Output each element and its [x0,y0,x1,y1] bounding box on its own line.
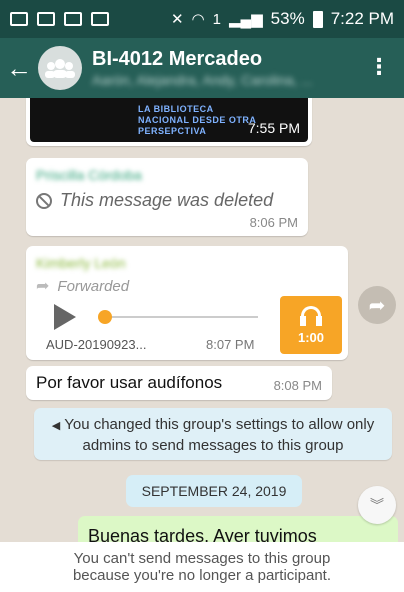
image-notification-icon [10,12,28,26]
message-time: 8:06 PM [249,215,298,230]
message-time: 8:07 PM [206,337,255,352]
image-message[interactable]: LA BIBLIOTECA NACIONAL DESDE OTRA PERSEP… [26,98,312,146]
group-icon [45,59,75,78]
signal-icon: ▂▄▆ [228,11,263,28]
image-message-time: 7:55 PM [247,120,300,136]
audio-seekbar[interactable] [106,316,258,318]
group-title: BI-4012 Mercadeo [92,48,263,70]
chat-header: ← BI-4012 Mercadeo Aarón, Alejandra, And… [0,38,404,98]
forward-share-icon: ➦ [368,294,386,317]
battery-percent: 53% [270,9,305,28]
message-time: 8:08 PM [273,378,322,393]
group-members: Aarón, Alejandra, Andy, Carolina, ... [92,72,313,88]
ban-icon [36,192,52,209]
forwarded-label: Forwarded [57,277,130,295]
group-info[interactable]: BI-4012 Mercadeo Aarón, Alejandra, Andy,… [92,47,362,89]
clock: 7:22 PM [330,9,394,28]
message-text: Buenas tardes. Ayer tuvimos [88,526,317,542]
forward-arrow-icon: ➦ [36,278,50,295]
wifi-icon: ◠ [191,11,205,28]
mail-notification-icon [64,12,82,26]
audio-file-name: AUD-20190923... [46,337,147,352]
message-sender: Kimberly León [36,255,126,271]
scroll-to-bottom-button[interactable]: ︾ [358,486,396,524]
message-sender: Priscilla Córdoba [36,167,142,183]
double-chevron-down-icon: ︾ [370,497,384,513]
message-text: Por favor usar audífonos [36,373,223,392]
headphones-icon [300,305,322,326]
calendar-notification-icon [37,12,55,26]
message-notification-icon [91,12,109,26]
notification-icons [10,12,109,26]
back-button[interactable]: ← [0,38,38,98]
deleted-text: This message was deleted [60,190,274,210]
more-options-button[interactable]: ⋮ [368,56,390,78]
arrow-left-icon: ← [6,52,32,83]
forwarded-row: ➦ Forwarded [36,276,338,296]
play-icon[interactable] [54,304,76,330]
status-bar: ✕ ◠ 1 ▂▄▆ 53% 7:22 PM [0,0,404,38]
not-participant-notice: You can't send messages to this group be… [0,542,404,592]
system-status: ✕ ◠ 1 ▂▄▆ 53% 7:22 PM [171,9,394,29]
sim-icon: 1 [212,10,221,28]
system-message: ◀ You changed this group's settings to al… [34,408,392,460]
speaker-icon: ◀ [51,420,61,432]
audio-duration: 1:00 [297,329,325,345]
audio-thumbnail: 1:00 [280,296,342,354]
group-avatar[interactable] [38,46,82,90]
not-participant-text: You can't send messages to this group be… [72,550,332,584]
chat-area[interactable]: LA BIBLIOTECA NACIONAL DESDE OTRA PERSEP… [0,98,404,542]
more-vertical-icon: ⋮ [368,54,390,79]
deleted-row: This message was deleted [36,190,298,211]
text-message[interactable]: Por favor usar audífonos 8:08 PM [26,366,332,400]
system-message-text: You changed this group's settings to all… [64,416,375,454]
outgoing-message[interactable]: Buenas tardes. Ayer tuvimos [78,516,398,542]
silent-icon: ✕ [170,11,184,28]
forward-share-button[interactable]: ➦ [358,286,396,324]
date-separator: SEPTEMBER 24, 2019 [126,475,302,507]
deleted-message[interactable]: Priscilla Córdoba This message was delet… [26,158,308,236]
image-caption: LA BIBLIOTECA NACIONAL DESDE OTRA PERSEP… [138,104,257,136]
seekbar-handle[interactable] [98,310,112,324]
image-thumbnail[interactable]: LA BIBLIOTECA NACIONAL DESDE OTRA PERSEP… [30,98,308,142]
battery-icon [312,10,323,28]
audio-message[interactable]: Kimberly León ➦ Forwarded AUD-20190923..… [26,246,348,360]
